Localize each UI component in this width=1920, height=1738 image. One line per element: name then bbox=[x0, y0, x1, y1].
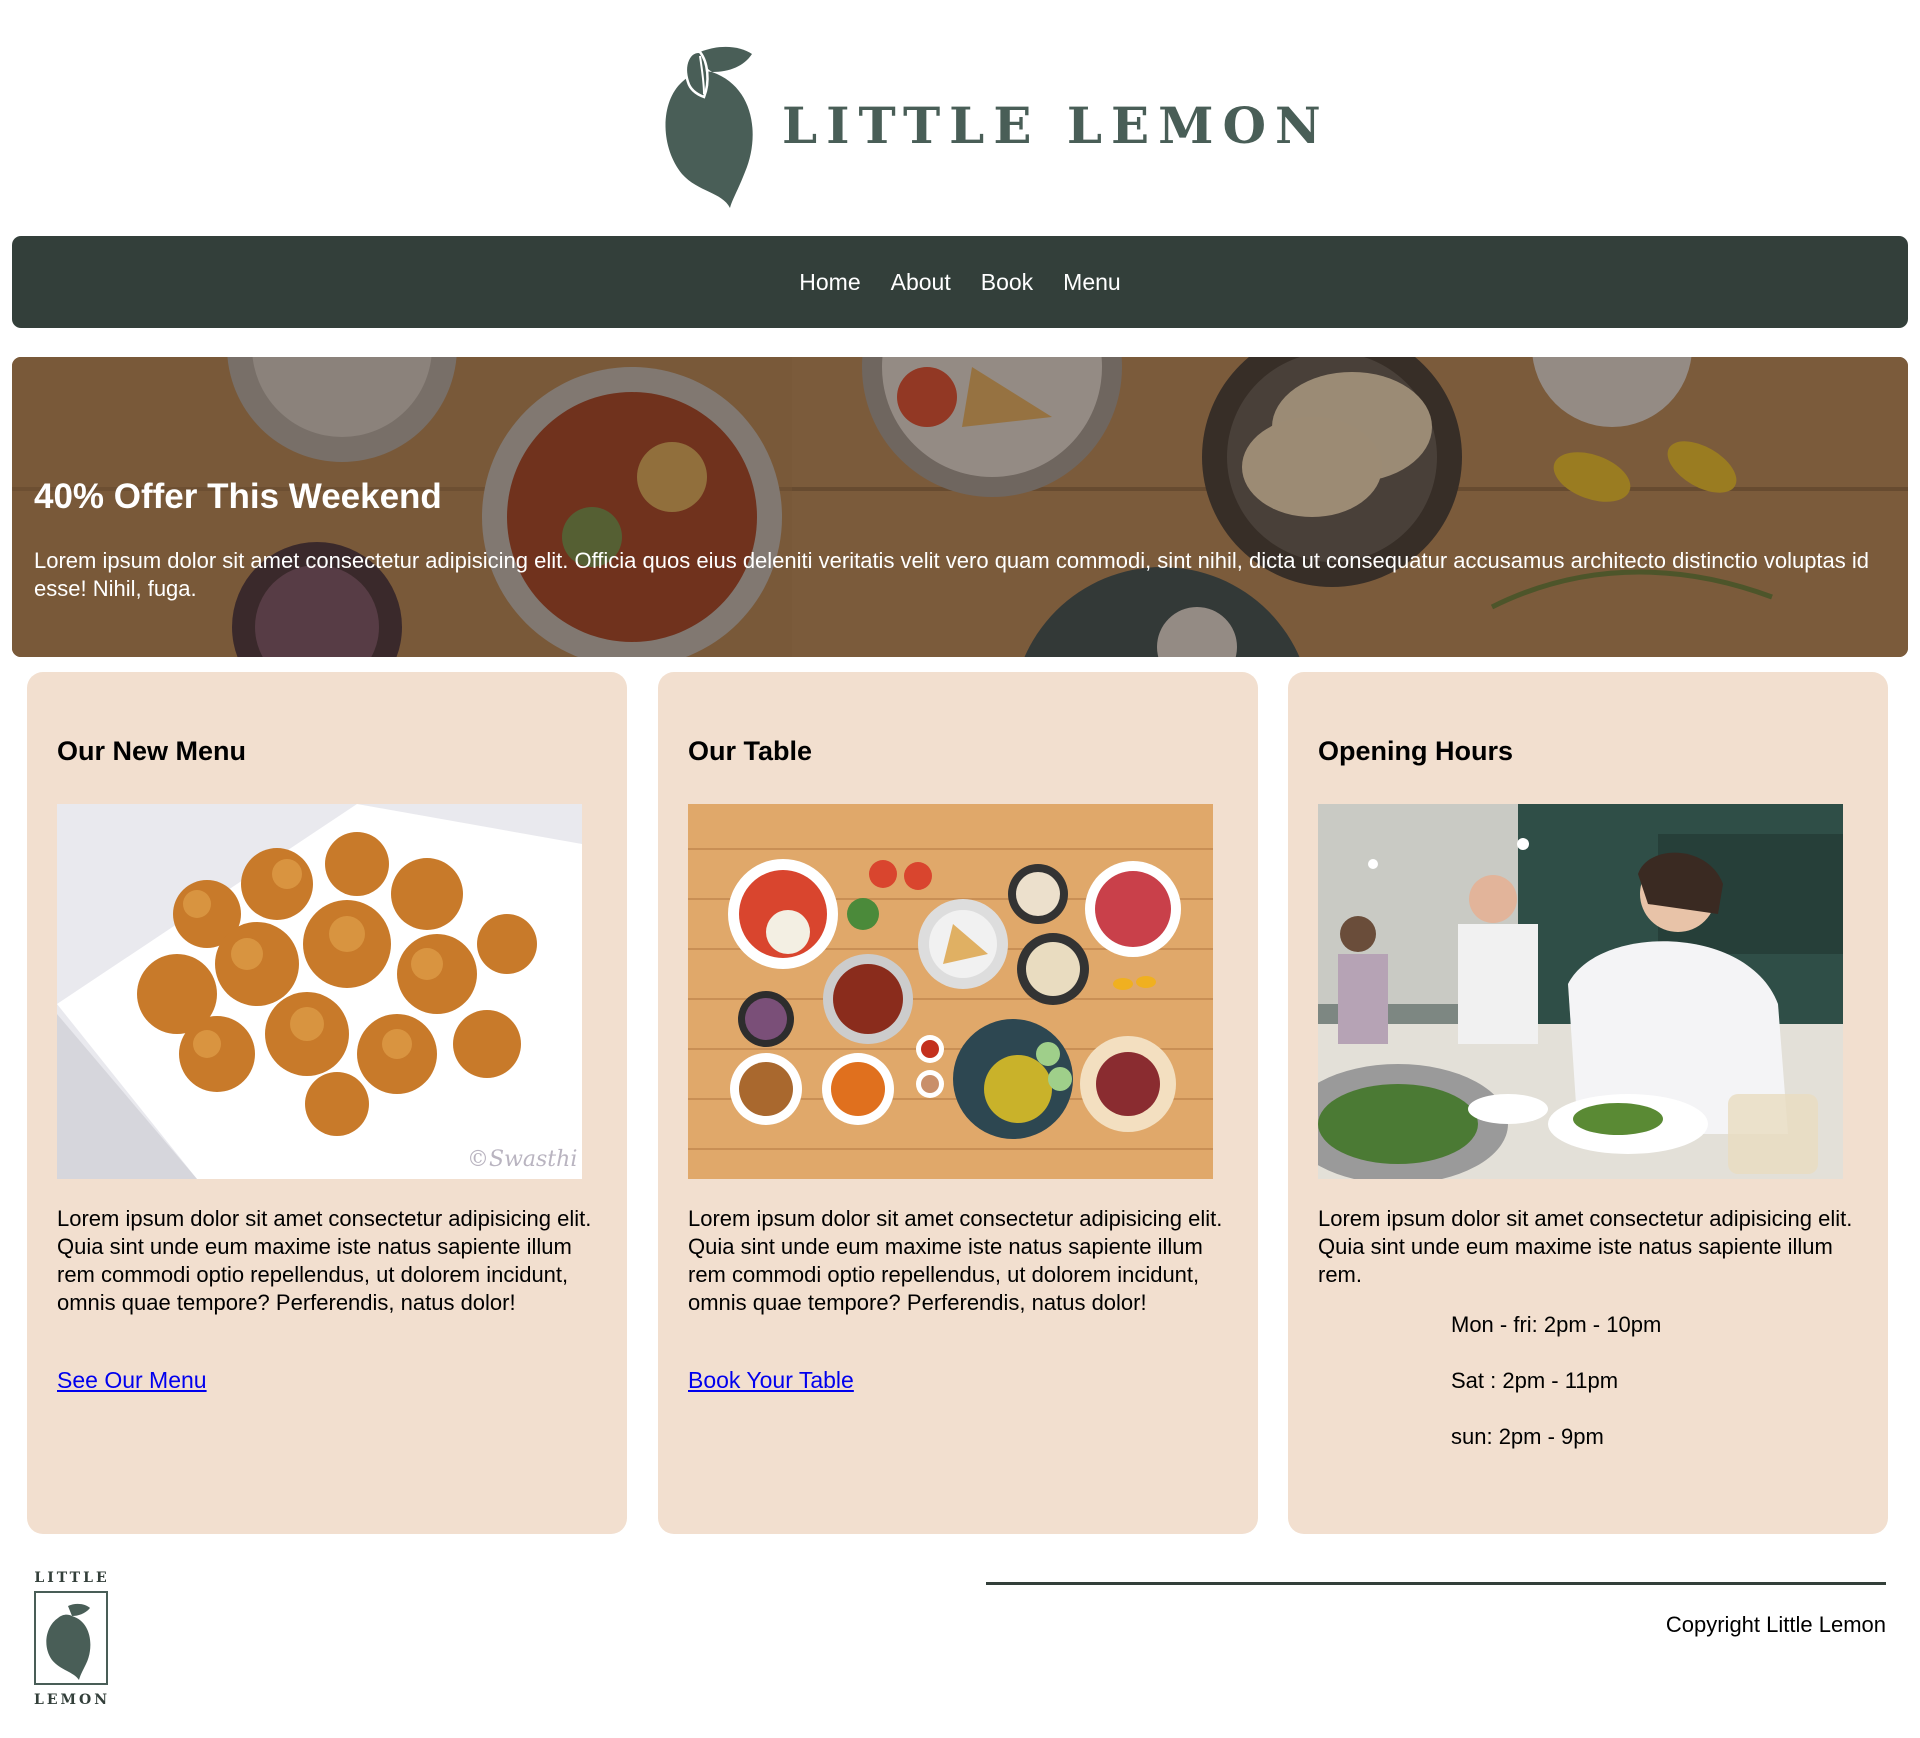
card-title: Opening Hours bbox=[1318, 736, 1513, 766]
brand-name: LITTLE LEMON bbox=[782, 95, 1330, 155]
card-text: Lorem ipsum dolor sit amet consectetur a… bbox=[1318, 1206, 1853, 1287]
site-header: LITTLE LEMON bbox=[0, 0, 1920, 236]
hero-title: 40% Offer This Weekend bbox=[34, 477, 442, 516]
brand-logo[interactable]: LITTLE LEMON bbox=[660, 40, 1330, 210]
card-title: Our New Menu bbox=[57, 736, 247, 766]
card-new-menu: Our New Menu ©Swasthi Lorem ipsum dolor … bbox=[27, 672, 627, 1534]
nav-menu[interactable]: Menu bbox=[1063, 269, 1121, 296]
lemon-icon bbox=[46, 1614, 91, 1680]
footer-logo[interactable]: LITTLE LEMON bbox=[30, 1568, 114, 1710]
nav-home[interactable]: Home bbox=[799, 269, 860, 296]
footer-divider bbox=[986, 1582, 1886, 1585]
book-table-link[interactable]: Book Your Table bbox=[688, 1367, 854, 1394]
card-our-table: Our Table Lorem ipsum dolor sit amet con… bbox=[658, 672, 1258, 1534]
hero-text: Lorem ipsum dolor sit amet consectetur a… bbox=[34, 548, 1870, 601]
hours-sunday: sun: 2pm - 9pm bbox=[1451, 1424, 1604, 1449]
nav-book[interactable]: Book bbox=[981, 269, 1033, 296]
card-text: Lorem ipsum dolor sit amet consectetur a… bbox=[688, 1206, 1223, 1315]
card-title: Our Table bbox=[688, 736, 813, 766]
hours-weekday: Mon - fri: 2pm - 10pm bbox=[1451, 1312, 1662, 1337]
lemon-icon bbox=[665, 46, 753, 208]
hours-saturday: Sat : 2pm - 11pm bbox=[1451, 1368, 1619, 1393]
card-text: Lorem ipsum dolor sit amet consectetur a… bbox=[57, 1206, 592, 1315]
hero-banner: 40% Offer This Weekend Lorem ipsum dolor… bbox=[12, 357, 1908, 657]
nav-about[interactable]: About bbox=[891, 269, 951, 296]
main-nav: Home About Book Menu bbox=[12, 236, 1908, 328]
chef-kitchen-photo bbox=[1318, 804, 1843, 1179]
footer-logo-bottom: LEMON bbox=[34, 1692, 110, 1708]
fried-food-photo: ©Swasthi bbox=[57, 804, 582, 1179]
opening-hours-list: Mon - fri: 2pm - 10pm Sat : 2pm - 11pm s… bbox=[1451, 1312, 1661, 1480]
copyright-text: Copyright Little Lemon bbox=[1665, 1612, 1886, 1637]
footer-logo-top: LITTLE bbox=[34, 1570, 109, 1586]
card-opening-hours: Opening Hours Lorem ipsum dolor sit amet… bbox=[1288, 672, 1888, 1534]
photo-watermark: ©Swasthi bbox=[467, 1147, 577, 1172]
table-dishes-illustration bbox=[688, 804, 1213, 1179]
see-menu-link[interactable]: See Our Menu bbox=[57, 1367, 207, 1394]
